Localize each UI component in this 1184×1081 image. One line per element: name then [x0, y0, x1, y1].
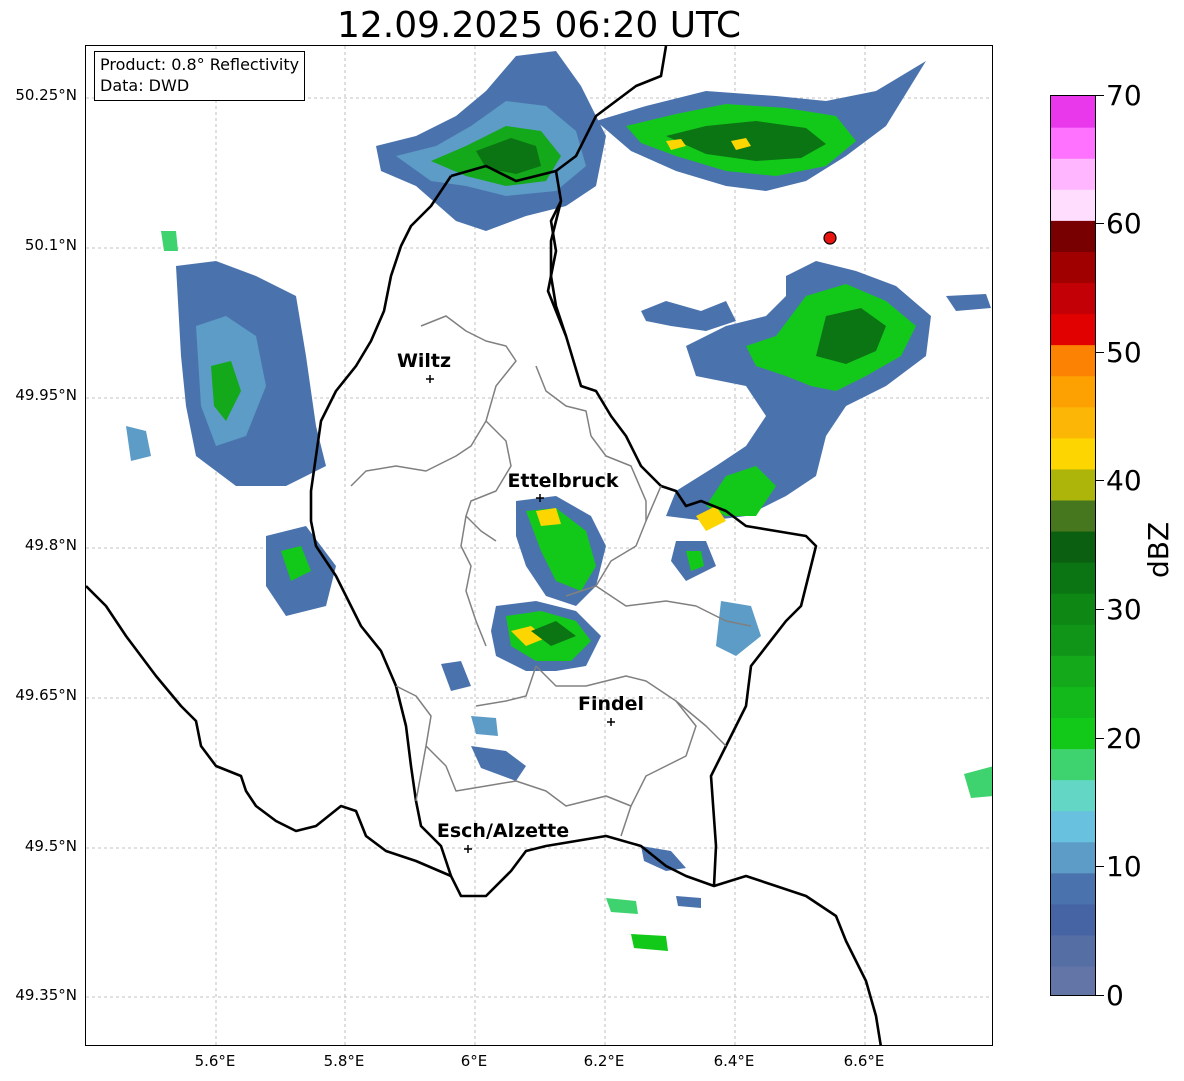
city-label-ettelbruck: Ettelbruck — [507, 470, 619, 492]
radar-map[interactable] — [85, 45, 993, 1046]
lon-label: 6.6°E — [843, 1052, 885, 1070]
colorbar-bin — [1051, 282, 1095, 315]
product-label: Product: 0.8° Reflectivity — [100, 55, 300, 74]
city-marker-wiltz — [426, 375, 434, 383]
colorbar-bin — [1051, 593, 1095, 625]
echo-cell — [126, 426, 151, 461]
colorbar-bin — [1051, 779, 1095, 812]
colorbar-bin — [1051, 375, 1095, 408]
lat-label: 49.65°N — [15, 686, 77, 704]
colorbar-label: 20 — [1106, 722, 1142, 755]
city-label-findel: Findel — [577, 693, 645, 715]
echo-cell — [716, 601, 761, 656]
colorbar-bin — [1051, 562, 1095, 594]
french-border — [713, 874, 882, 1045]
colorbar-tick — [1096, 995, 1104, 996]
city-label-wiltz: Wiltz — [396, 350, 452, 372]
colorbar-tick — [1096, 738, 1104, 739]
colorbar-label: 40 — [1106, 464, 1142, 497]
colorbar — [1050, 95, 1096, 996]
echo-cell — [631, 934, 668, 951]
lat-label: 50.1°N — [24, 236, 77, 254]
product-info-box: Product: 0.8° Reflectivity Data: DWD — [94, 51, 306, 101]
lat-label: 49.35°N — [15, 986, 77, 1004]
colorbar-tick — [1096, 480, 1104, 481]
colorbar-label: 30 — [1106, 593, 1142, 626]
lon-label: 6.4°E — [713, 1052, 755, 1070]
colorbar-bin — [1051, 903, 1095, 936]
echo-cell — [606, 898, 638, 914]
lon-label: 5.8°E — [323, 1052, 365, 1070]
colorbar-bin — [1051, 686, 1095, 718]
colorbar-bin — [1051, 530, 1095, 563]
colorbar-bin — [1051, 872, 1095, 905]
echo-cell — [946, 294, 991, 311]
colorbar-bin — [1051, 96, 1095, 128]
lat-label: 49.95°N — [15, 386, 77, 404]
lat-label: 50.25°N — [15, 86, 77, 104]
colorbar-tick — [1096, 352, 1104, 353]
colorbar-tick — [1096, 866, 1104, 867]
lon-label: 5.6°E — [194, 1052, 236, 1070]
lat-label: 49.8°N — [24, 536, 77, 554]
colorbar-label: 70 — [1106, 79, 1142, 112]
echo-cell — [441, 661, 471, 691]
echo-cell — [666, 261, 931, 521]
colorbar-bin — [1051, 220, 1095, 252]
colorbar-bin — [1051, 717, 1095, 750]
radar-map-canvas — [86, 46, 992, 1045]
lon-label: 6°E — [460, 1052, 488, 1070]
colorbar-bin — [1051, 499, 1095, 532]
colorbar-unit-label: dBZ — [1142, 521, 1175, 578]
echo-cell — [964, 766, 992, 798]
colorbar-bin — [1051, 810, 1095, 843]
colorbar-label: 0 — [1106, 979, 1124, 1012]
echo-cell — [641, 301, 736, 331]
colorbar-label: 60 — [1106, 207, 1142, 240]
lat-label: 49.5°N — [24, 837, 77, 855]
colorbar-scale — [1051, 96, 1095, 995]
colorbar-bin — [1051, 344, 1095, 377]
colorbar-bin — [1051, 841, 1095, 874]
colorbar-bin — [1051, 748, 1095, 781]
colorbar-tick — [1096, 609, 1104, 610]
colorbar-label: 50 — [1106, 336, 1142, 369]
colorbar-bin — [1051, 251, 1095, 284]
colorbar-bin — [1051, 624, 1095, 656]
city-marker-findel — [607, 718, 615, 726]
colorbar-bin — [1051, 127, 1095, 159]
colorbar-bin — [1051, 934, 1095, 967]
lon-label: 6.2°E — [583, 1052, 625, 1070]
colorbar-bin — [1051, 655, 1095, 687]
colorbar-bin — [1051, 313, 1095, 346]
colorbar-bin — [1051, 406, 1095, 439]
colorbar-bin — [1051, 468, 1095, 501]
echo-cell — [471, 746, 526, 781]
colorbar-tick — [1096, 223, 1104, 224]
luxembourg-border — [309, 175, 453, 877]
data-source-label: Data: DWD — [100, 76, 190, 95]
city-label-esch-alzette: Esch/Alzette — [436, 820, 570, 842]
location-marker — [823, 231, 837, 245]
map-title: 12.09.2025 06:20 UTC — [336, 5, 742, 46]
colorbar-bin — [1051, 158, 1095, 190]
colorbar-label: 10 — [1106, 850, 1142, 883]
echo-cell — [676, 896, 701, 908]
city-marker-esch — [464, 845, 472, 853]
colorbar-bin — [1051, 965, 1095, 995]
colorbar-bin — [1051, 189, 1095, 221]
echo-cell — [161, 231, 178, 251]
colorbar-bin — [1051, 437, 1095, 470]
colorbar-tick — [1096, 95, 1104, 96]
